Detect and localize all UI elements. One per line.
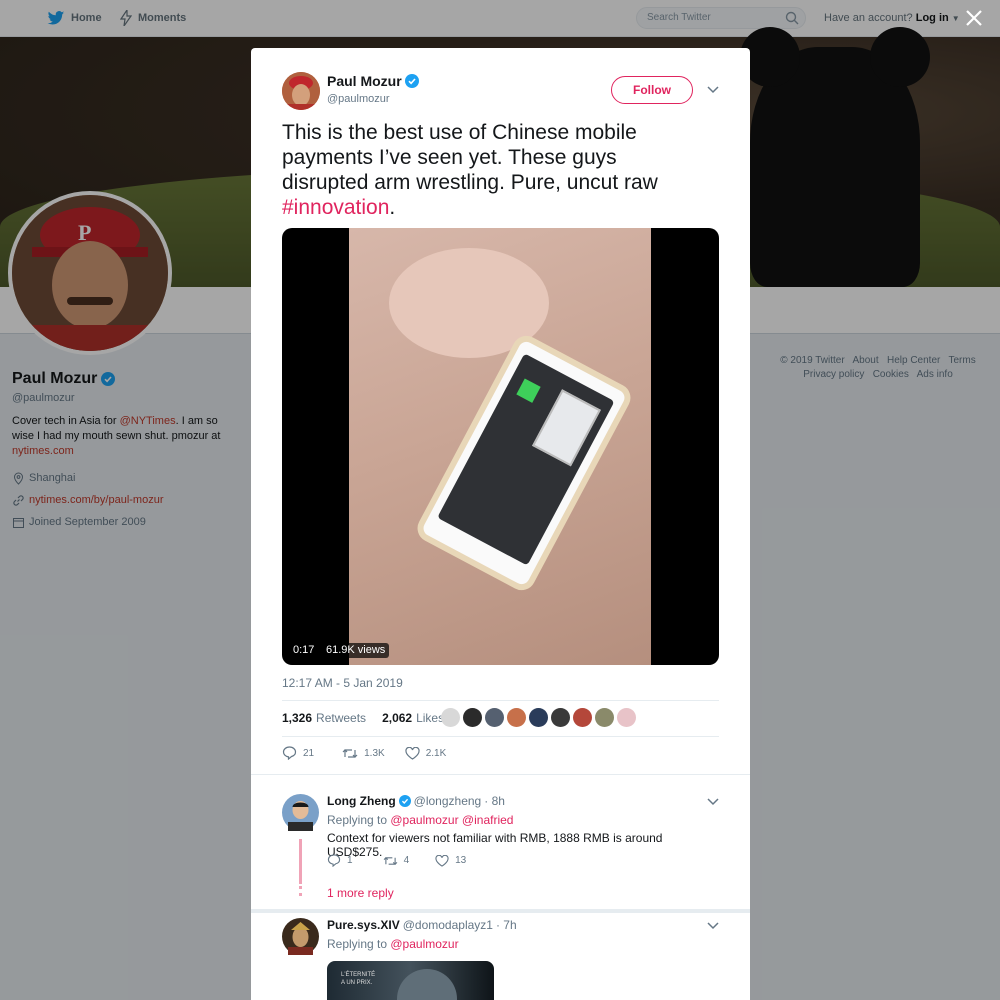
reply-author-avatar-image	[282, 794, 319, 832]
liker-avatar[interactable]	[551, 708, 570, 727]
retweet-icon	[342, 748, 358, 758]
tweet-modal: Paul Mozur @paulmozur Follow This is the…	[251, 48, 750, 1000]
tweet-timestamp[interactable]: 12:17 AM - 5 Jan 2019	[282, 676, 403, 690]
reply-author[interactable]: Pure.sys.XIV @domodaplayz1 · 7h	[327, 918, 517, 932]
reply-media-image[interactable]: L'ÉTERNITÉ A UN PRIX.	[327, 961, 494, 1000]
reply-like-action[interactable]: 13	[435, 854, 466, 867]
video-phone-screen	[437, 353, 615, 566]
liker-avatar[interactable]	[617, 708, 636, 727]
reply-author-name: Pure.sys.XIV	[327, 918, 400, 932]
likes-count[interactable]: 2,062	[382, 711, 412, 725]
divider	[282, 700, 719, 701]
liker-avatars	[441, 708, 636, 727]
tweet-text-body: This is the best use of Chinese mobile p…	[282, 121, 658, 194]
reply-retweet-count: 4	[403, 855, 410, 866]
reply-reply-action[interactable]: 1	[327, 854, 353, 867]
replying-to: Replying to @paulmozur	[327, 937, 459, 951]
likes-label[interactable]: Likes	[416, 711, 444, 725]
chevron-down-icon[interactable]	[707, 921, 719, 931]
reply-icon	[327, 854, 341, 867]
retweet-icon	[383, 856, 397, 865]
replying-to-users[interactable]: @paulmozur	[390, 937, 458, 951]
more-replies-link[interactable]: 1 more reply	[327, 886, 394, 900]
tweet-author-avatar-image	[282, 72, 320, 110]
reply-icon	[282, 746, 297, 760]
reply-reply-count: 1	[347, 855, 353, 866]
reply-like-count: 13	[455, 855, 467, 866]
like-count: 2.1K	[425, 747, 447, 759]
replying-to-prefix: Replying to	[327, 813, 391, 827]
verified-badge-icon	[404, 74, 419, 88]
hashtag-link[interactable]: #innovation	[282, 196, 389, 219]
reply-media-caption: L'ÉTERNITÉ A UN PRIX.	[341, 972, 376, 986]
tweet-author-avatar[interactable]	[282, 72, 320, 110]
replying-to-users[interactable]: @paulmozur @inafried	[390, 813, 513, 827]
reply-tweet[interactable]: Pure.sys.XIV @domodaplayz1 · 7h Replying…	[282, 918, 719, 1000]
liker-avatar[interactable]	[485, 708, 504, 727]
reply-author-name: Long Zheng	[327, 794, 396, 808]
retweet-count: 1.3K	[364, 747, 385, 759]
reply-author-avatar-image	[282, 918, 319, 956]
reply-author-avatar[interactable]	[282, 794, 319, 832]
retweets-label[interactable]: Retweets	[316, 711, 366, 725]
tweet-video[interactable]: 0:17 61.9K views	[282, 228, 719, 665]
reply-author-avatar[interactable]	[282, 918, 319, 956]
tweet-stats: 1,326 Retweets 2,062 Likes	[282, 711, 444, 725]
tweet-author-handle: @paulmozur	[327, 93, 390, 105]
close-icon[interactable]	[965, 9, 983, 27]
reply-count: 21	[303, 747, 315, 759]
video-frame	[349, 228, 651, 665]
reply-retweet-action[interactable]: 4	[383, 854, 410, 867]
verified-badge-icon	[398, 795, 411, 807]
reply-tweet[interactable]: Long Zheng @longzheng · 8h Replying to @…	[282, 794, 719, 914]
tweet-actions: 21 1.3K 2.1K	[282, 746, 462, 760]
reply-action[interactable]: 21	[282, 746, 314, 760]
divider	[282, 736, 719, 737]
replying-to: Replying to @paulmozur @inafried	[327, 813, 513, 827]
reply-media-figure	[397, 969, 457, 1000]
video-phone	[412, 330, 636, 596]
liker-avatar[interactable]	[507, 708, 526, 727]
liker-avatar[interactable]	[441, 708, 460, 727]
heart-icon	[435, 854, 449, 867]
reply-time[interactable]: · 7h	[496, 918, 517, 932]
video-phone-window	[532, 389, 601, 467]
like-action[interactable]: 2.1K	[405, 746, 447, 760]
thread-dots	[299, 886, 302, 896]
tweet-text-end: .	[389, 196, 396, 219]
liker-avatar[interactable]	[595, 708, 614, 727]
thread-line	[299, 839, 302, 884]
replying-to-prefix: Replying to	[327, 937, 391, 951]
liker-avatar[interactable]	[573, 708, 592, 727]
reply-time[interactable]: · 8h	[484, 794, 505, 808]
tweet-author-name-text: Paul Mozur	[327, 73, 402, 89]
video-phone-green-button	[516, 378, 541, 403]
video-duration: 0:17	[289, 643, 319, 658]
reply-author[interactable]: Long Zheng @longzheng · 8h	[327, 794, 505, 808]
follow-button[interactable]: Follow	[611, 76, 693, 104]
liker-avatar[interactable]	[463, 708, 482, 727]
retweets-count[interactable]: 1,326	[282, 711, 312, 725]
chevron-down-icon[interactable]	[707, 797, 719, 807]
tweet-author-name[interactable]: Paul Mozur	[327, 73, 419, 89]
reply-actions: 1 4 13	[327, 854, 482, 867]
chevron-down-icon[interactable]	[707, 85, 719, 95]
reply-author-handle: @domodaplayz1	[402, 918, 493, 932]
tweet-text: This is the best use of Chinese mobile p…	[282, 120, 702, 220]
divider	[251, 909, 750, 913]
reply-author-handle: @longzheng	[413, 794, 482, 808]
video-views: 61.9K views	[322, 643, 390, 658]
divider	[251, 774, 750, 775]
heart-icon	[405, 746, 420, 760]
retweet-action[interactable]: 1.3K	[342, 746, 385, 760]
liker-avatar[interactable]	[529, 708, 548, 727]
